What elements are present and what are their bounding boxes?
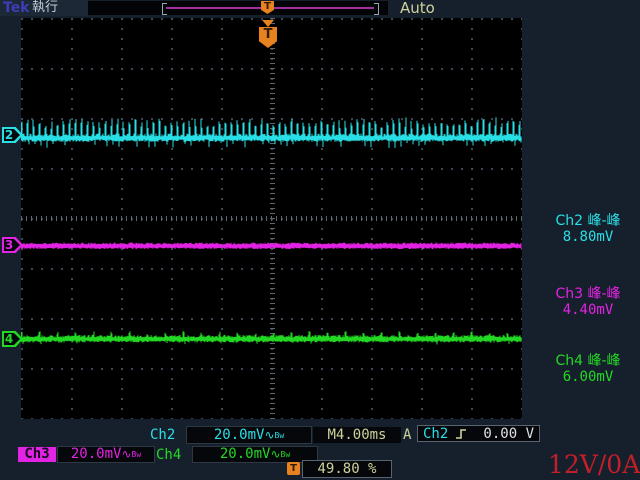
ch4-ac-coupling-icon: ∿ xyxy=(270,447,280,461)
measurement-ch3-label: Ch3 峰-峰 xyxy=(536,286,640,302)
trigger-readout: Ch2 0.00 V xyxy=(417,425,540,442)
measurement-ch4-label: Ch4 峰-峰 xyxy=(536,353,640,369)
trigger-level-readout: 0.00 V xyxy=(483,426,534,442)
waveform-trace-ch4 xyxy=(21,331,521,344)
oscilloscope-screen: Tek 執行 T Auto T 2 3 4 Ch2 峰-峰 8.80mV Ch3… xyxy=(0,0,640,480)
record-left-bracket xyxy=(162,3,167,15)
channel-2-marker: 2 xyxy=(2,127,23,143)
channel-2-number: 2 xyxy=(2,127,16,143)
trigger-system-label: A xyxy=(403,427,411,443)
trigger-source-label: Ch2 xyxy=(423,426,448,442)
ch2-scale-readout: 20.0mV∿Bw xyxy=(186,426,312,444)
graticule: T xyxy=(21,18,522,419)
waveform-trace-ch2 xyxy=(21,117,521,147)
ch4-scale-readout: 20.0mV∿Bw xyxy=(192,446,318,463)
measurement-ch4-value: 6.00mV xyxy=(536,369,640,385)
measurement-ch3-peak-to-peak: Ch3 峰-峰 4.40mV xyxy=(536,286,640,318)
measurement-ch2-peak-to-peak: Ch2 峰-峰 8.80mV xyxy=(536,213,640,245)
tek-logo: Tek xyxy=(3,0,30,16)
record-right-bracket xyxy=(374,3,379,15)
measurement-ch2-value: 8.80mV xyxy=(536,229,640,245)
channel-3-number: 3 xyxy=(2,237,16,253)
brand-status-block: Tek 執行 xyxy=(0,0,88,16)
measurement-ch3-value: 4.40mV xyxy=(536,302,640,318)
channel-4-marker: 4 xyxy=(2,331,23,347)
timebase-readout: M4.00ms xyxy=(313,427,401,443)
ch2-ac-coupling-icon: ∿ xyxy=(264,428,274,442)
ch2-scale-label: Ch2 xyxy=(150,427,175,443)
ch4-scale-label: Ch4 xyxy=(156,447,181,463)
record-view-bar xyxy=(88,1,388,15)
trigger-mode-readout: Auto xyxy=(400,0,435,17)
trigger-t-badge-icon: T xyxy=(287,462,300,475)
ch3-scale-readout: 20.0mV∿Bw xyxy=(57,446,155,463)
measurement-ch2-label: Ch2 峰-峰 xyxy=(536,213,640,229)
measurement-ch4-peak-to-peak: Ch4 峰-峰 6.00mV xyxy=(536,353,640,385)
ch3-scale-label: Ch3 xyxy=(18,447,56,462)
waveform-trace-ch3 xyxy=(21,243,521,250)
ch3-ac-coupling-icon: ∿ xyxy=(121,447,131,461)
ch4-bandwidth-limit-icon: Bw xyxy=(281,450,291,459)
waveform-display xyxy=(21,18,522,419)
test-condition-note: 12V/0A xyxy=(548,451,640,479)
trigger-position-readout: 49.80 % xyxy=(302,460,392,478)
trigger-rising-slope-icon xyxy=(455,428,467,440)
ch2-bandwidth-limit-icon: Bw xyxy=(275,431,285,440)
channel-4-number: 4 xyxy=(2,331,16,347)
acquisition-run-status: 執行 xyxy=(32,0,58,16)
ch3-bandwidth-limit-icon: Bw xyxy=(132,450,142,459)
channel-3-marker: 3 xyxy=(2,237,23,253)
